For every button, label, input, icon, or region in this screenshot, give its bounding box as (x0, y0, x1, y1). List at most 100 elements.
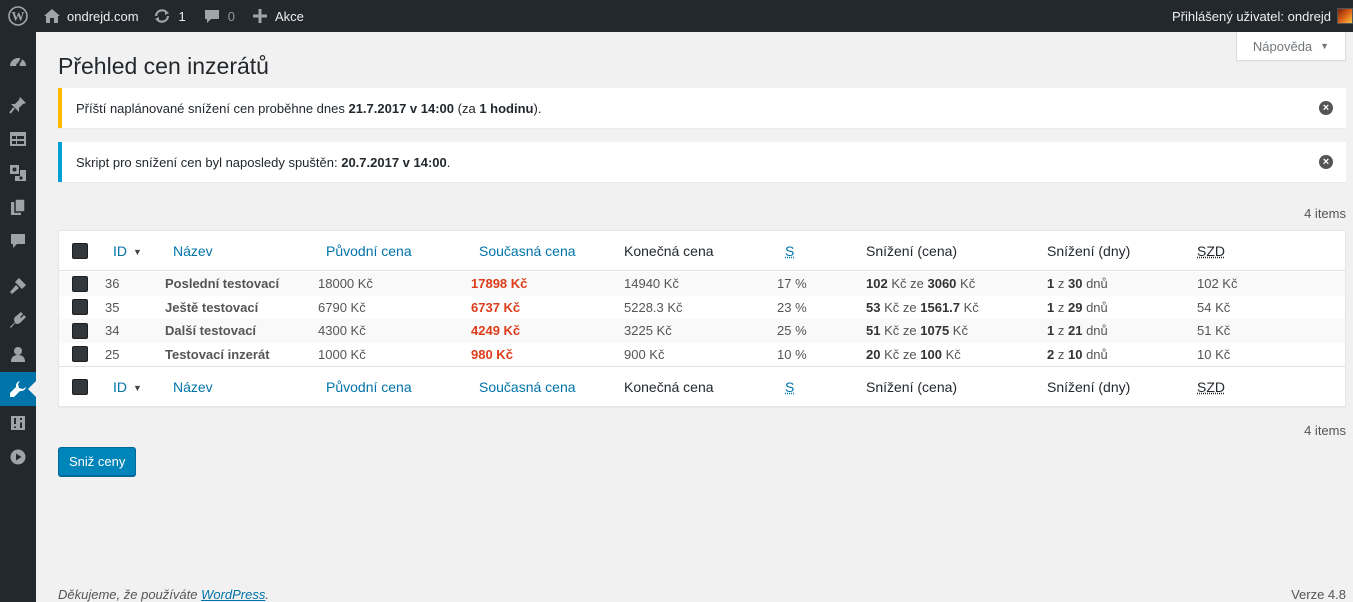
cell-reduction-days: 2 z 10 dnů (1047, 347, 1108, 362)
column-s[interactable]: S (785, 243, 794, 259)
comments-icon (204, 9, 219, 23)
days-current: 1 (1047, 323, 1055, 338)
column-current-price[interactable]: Současná cena (479, 243, 576, 259)
column-s[interactable]: S (785, 379, 794, 395)
cell-current-price: 17898 Kč (471, 276, 528, 291)
last-run-notice: Skript pro snížení cen byl naposledy spu… (58, 142, 1346, 182)
column-name[interactable]: Název (173, 379, 213, 395)
row-checkbox[interactable] (72, 299, 88, 315)
updates-icon (154, 9, 169, 23)
menu-appearance[interactable] (0, 269, 36, 303)
menu-plugins[interactable] (0, 303, 36, 337)
cell-current-price: 4249 Kč (471, 323, 521, 338)
menu-tools[interactable] (0, 372, 36, 406)
cell-reduction-price: 102 Kč ze 3060 Kč (866, 276, 975, 291)
dismiss-icon[interactable]: × (1319, 155, 1333, 169)
wordpress-logo-button[interactable]: W (0, 0, 36, 32)
column-name[interactable]: Název (173, 243, 213, 259)
cell-szd: 102 Kč (1197, 276, 1238, 291)
comments-link[interactable]: 0 (197, 0, 242, 32)
column-final-price: Konečná cena (624, 243, 714, 259)
menu-settings[interactable] (0, 406, 36, 440)
cell-szd: 54 Kč (1197, 299, 1231, 315)
admin-bar: W ondrejd.com 1 0 Akce Přihlášený uživat… (0, 0, 1353, 32)
column-original-price[interactable]: Původní cena (326, 379, 412, 395)
notice-datetime: 20.7.2017 v 14:00 (341, 154, 447, 170)
site-name-link[interactable]: ondrejd.com (36, 0, 146, 32)
sort-desc-icon: ▼ (133, 383, 142, 393)
days-unit: dnů (1086, 323, 1108, 338)
days-total: 29 (1067, 299, 1083, 315)
column-szd: SZD (1197, 243, 1225, 259)
column-id[interactable]: ID ▼ (113, 243, 142, 259)
table-footer: ID ▼ Název Původní cena Současná cena Kon… (59, 366, 1345, 406)
column-current-price[interactable]: Současná cena (479, 379, 576, 395)
help-tab-button[interactable]: Nápověda ▼ (1236, 32, 1346, 61)
days-total: 21 (1067, 323, 1083, 338)
reduction-total: 3060 (927, 276, 957, 291)
menu-media[interactable] (0, 156, 36, 190)
days-unit: dnů (1086, 346, 1108, 362)
cell-reduction-days: 1 z 30 dnů (1047, 276, 1108, 291)
reduction-amount: 51 (866, 323, 881, 338)
cell-reduction-price: 20 Kč ze 100 Kč (866, 347, 961, 362)
menu-pages[interactable] (0, 190, 36, 224)
cell-name[interactable]: Další testovací (165, 323, 256, 338)
reduction-amount: 102 (866, 276, 888, 291)
home-icon (44, 9, 60, 23)
reduce-prices-button[interactable]: Sniž ceny (58, 447, 137, 476)
column-reduction-price: Snížení (cena) (866, 243, 958, 259)
row-checkbox[interactable] (72, 346, 88, 362)
menu-collapse[interactable] (0, 440, 36, 474)
cell-name[interactable]: Testovací inzerát (165, 347, 270, 362)
appearance-icon (10, 278, 26, 294)
cell-reduction-price: 51 Kč ze 1075 Kč (866, 323, 968, 338)
cell-name[interactable]: Poslední testovací (165, 276, 279, 291)
word-of: z (1057, 323, 1065, 338)
wordpress-logo-icon: W (8, 6, 28, 26)
notice-text: Skript pro snížení cen byl naposledy spu… (76, 155, 450, 170)
cell-id: 35 (105, 299, 120, 315)
my-account[interactable]: Přihlášený uživatel: ondrejd (1172, 0, 1353, 32)
row-checkbox[interactable] (72, 275, 88, 292)
cell-reduction-price: 53 Kč ze 1561.7 Kč (866, 300, 979, 315)
cell-final-price: 3225 Kč (624, 323, 672, 338)
currency-unit: Kč (952, 323, 968, 338)
new-content-link[interactable]: Akce (246, 0, 311, 32)
cell-s: 10 % (777, 346, 807, 362)
plus-icon (253, 9, 268, 23)
word-from: ze (902, 346, 917, 362)
reduction-total: 1561.7 (920, 299, 961, 315)
select-all-checkbox-bottom[interactable] (72, 379, 88, 395)
select-all-checkbox[interactable] (72, 243, 88, 259)
column-reduction-price: Snížení (cena) (866, 379, 958, 395)
cell-current-price: 6737 Kč (471, 299, 521, 315)
updates-count: 1 (178, 8, 186, 24)
table-row: 36 Poslední testovací 18000 Kč 17898 Kč 1494… (59, 272, 1345, 296)
cell-szd: 10 Kč (1197, 346, 1231, 362)
column-id[interactable]: ID ▼ (113, 379, 142, 395)
menu-posts[interactable] (0, 88, 36, 122)
menu-comments[interactable] (0, 224, 36, 258)
column-id-label: ID (113, 243, 127, 259)
updates-link[interactable]: 1 (146, 0, 193, 32)
menu-events[interactable] (0, 122, 36, 156)
menu-dashboard[interactable] (0, 43, 36, 77)
site-name: ondrejd.com (67, 8, 139, 24)
row-checkbox[interactable] (72, 322, 88, 339)
notice-text-middle: (za (454, 100, 480, 116)
word-from: ze (902, 299, 917, 315)
currency-unit: Kč (884, 299, 900, 315)
notice-text-prefix: Příští naplánované snížení cen proběhne … (76, 100, 349, 116)
currency-unit: Kč (884, 323, 900, 338)
dismiss-icon[interactable]: × (1319, 101, 1333, 115)
pin-icon (9, 97, 26, 114)
currency-unit: Kč (960, 276, 976, 291)
menu-users[interactable] (0, 337, 36, 371)
wordpress-link[interactable]: WordPress (201, 587, 265, 602)
cell-name[interactable]: Ještě testovací (165, 300, 258, 315)
svg-text:W: W (12, 9, 25, 24)
column-original-price[interactable]: Původní cena (326, 243, 412, 259)
notice-text-suffix: ). (533, 100, 542, 116)
cell-original-price: 4300 Kč (318, 323, 366, 338)
